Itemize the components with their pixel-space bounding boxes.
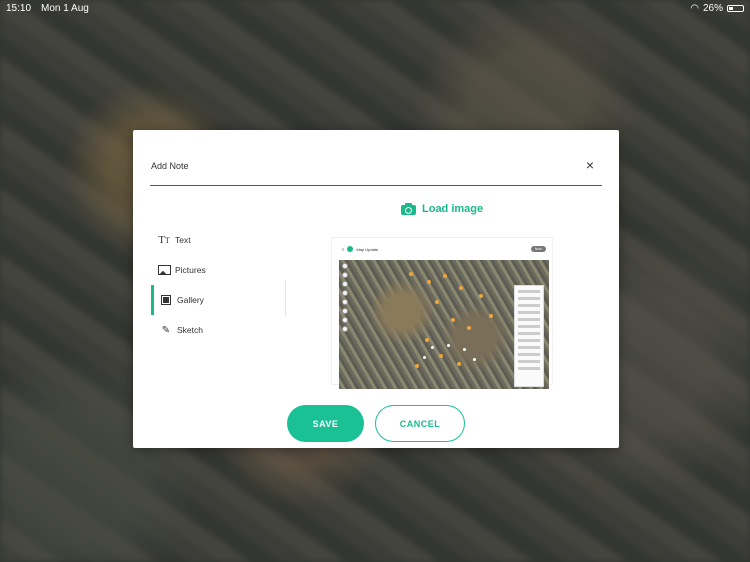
status-date: Mon 1 Aug: [41, 2, 89, 14]
preview-pill: Nutz: [530, 246, 546, 252]
menu-item-label: Text: [175, 235, 191, 245]
load-image-button[interactable]: Load image: [401, 203, 483, 215]
close-button[interactable]: ×: [586, 158, 594, 172]
preview-app-bar: ≡ Map Update Nutz: [342, 244, 546, 254]
load-image-label: Load image: [422, 203, 484, 215]
add-note-dialog: Add Note × Load image TT Text Pictures G…: [133, 130, 619, 448]
camera-icon: [401, 203, 416, 215]
menu-item-label: Sketch: [177, 325, 203, 335]
menu-divider: [285, 280, 286, 316]
wifi-icon: ◠: [690, 2, 699, 14]
preview-menu-icon: ≡: [342, 246, 345, 252]
text-icon: TT: [158, 234, 170, 246]
menu-item-sketch[interactable]: ✎ Sketch: [151, 315, 286, 345]
preview-logo: [347, 246, 354, 252]
preview-side-panel: [514, 285, 544, 387]
dialog-title: Add Note: [151, 161, 189, 171]
status-bar: 15:10 Mon 1 Aug ◠ 26%: [0, 0, 750, 16]
menu-item-label: Pictures: [175, 265, 206, 275]
dialog-header: Add Note ×: [150, 130, 602, 186]
menu-item-text[interactable]: TT Text: [151, 225, 286, 255]
preview-satellite-map: [339, 260, 549, 389]
preview-map-tools: [342, 260, 349, 335]
selected-image-preview[interactable]: ≡ Map Update Nutz: [331, 237, 553, 389]
menu-item-pictures[interactable]: Pictures: [151, 255, 286, 285]
cancel-button[interactable]: CANCEL: [375, 405, 465, 442]
battery-icon: [727, 4, 744, 12]
battery-percent: 26%: [702, 2, 723, 14]
menu-item-label: Gallery: [177, 295, 204, 305]
menu-item-gallery[interactable]: Gallery: [151, 285, 286, 315]
pictures-icon: [157, 264, 171, 276]
gallery-icon: [159, 294, 173, 306]
sketch-icon: ✎: [161, 324, 171, 336]
preview-app-title: Map Update: [356, 246, 379, 252]
status-time: 15:10: [6, 2, 32, 14]
note-type-menu: TT Text Pictures Gallery ✎ Sketch: [151, 225, 286, 345]
save-button[interactable]: SAVE: [287, 405, 364, 442]
